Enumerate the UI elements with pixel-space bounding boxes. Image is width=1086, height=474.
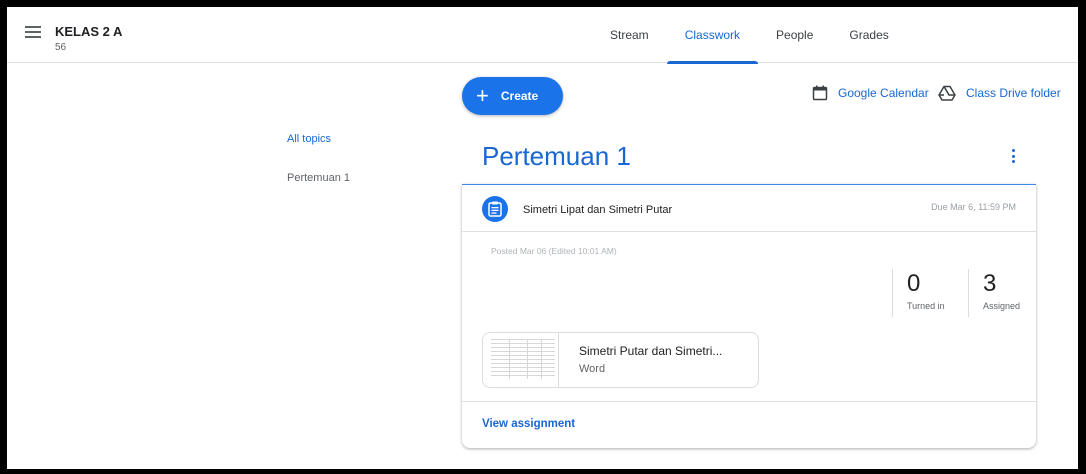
classroom-window: KELAS 2 A 56 Stream Classwork People Gra…	[7, 7, 1078, 469]
tab-grades[interactable]: Grades	[831, 7, 906, 63]
hamburger-menu-icon[interactable]	[25, 26, 41, 40]
attachment-type: Word	[579, 363, 606, 375]
turned-in-count: 0	[907, 270, 921, 297]
assignment-header[interactable]: Simetri Lipat dan Simetri Putar Due Mar …	[462, 185, 1036, 232]
assignment-title: Simetri Lipat dan Simetri Putar	[523, 204, 673, 216]
view-assignment-link[interactable]: View assignment	[482, 418, 575, 430]
tab-stream[interactable]: Stream	[592, 7, 667, 63]
attachment-title: Simetri Putar dan Simetri...	[579, 344, 723, 358]
class-drive-folder-label: Class Drive folder	[966, 86, 1061, 100]
class-title[interactable]: KELAS 2 A	[55, 24, 122, 39]
app-header: KELAS 2 A 56 Stream Classwork People Gra…	[7, 7, 1078, 64]
topic-pertemuan-1[interactable]: Pertemuan 1	[287, 172, 350, 184]
google-calendar-label: Google Calendar	[838, 86, 929, 100]
more-options-icon[interactable]	[1009, 149, 1017, 167]
topic-all-topics[interactable]: All topics	[287, 133, 331, 145]
tab-classwork[interactable]: Classwork	[666, 7, 759, 64]
due-date: Due Mar 6, 11:59 PM	[931, 202, 1016, 212]
turned-in-label: Turned in	[907, 301, 945, 311]
assignment-icon	[482, 196, 508, 222]
turned-in-stat[interactable]: 0 Turned in	[892, 269, 945, 317]
class-drive-folder-link[interactable]: Class Drive folder	[938, 85, 1061, 101]
assignment-card: Simetri Lipat dan Simetri Putar Due Mar …	[462, 184, 1036, 448]
class-section: 56	[55, 42, 67, 53]
google-calendar-link[interactable]: Google Calendar	[812, 85, 929, 101]
document-thumbnail	[483, 333, 559, 387]
posted-date: Posted Mar 06 (Edited 10:01 AM)	[491, 246, 617, 256]
assigned-count: 3	[983, 270, 997, 297]
plus-icon: +	[476, 83, 489, 108]
tab-people[interactable]: People	[758, 7, 831, 63]
attachment-card[interactable]: Simetri Putar dan Simetri... Word	[482, 332, 759, 388]
calendar-icon	[812, 85, 828, 101]
create-button-label: Create	[500, 89, 539, 103]
assignment-footer: View assignment	[462, 401, 1036, 448]
assigned-label: Assigned	[983, 301, 1021, 311]
create-button[interactable]: + Create	[462, 77, 563, 115]
topic-title: Pertemuan 1	[482, 141, 631, 171]
assigned-stat[interactable]: 3 Assigned	[968, 269, 1020, 317]
drive-icon	[938, 85, 956, 101]
tab-bar: Stream Classwork People Grades	[592, 7, 907, 64]
